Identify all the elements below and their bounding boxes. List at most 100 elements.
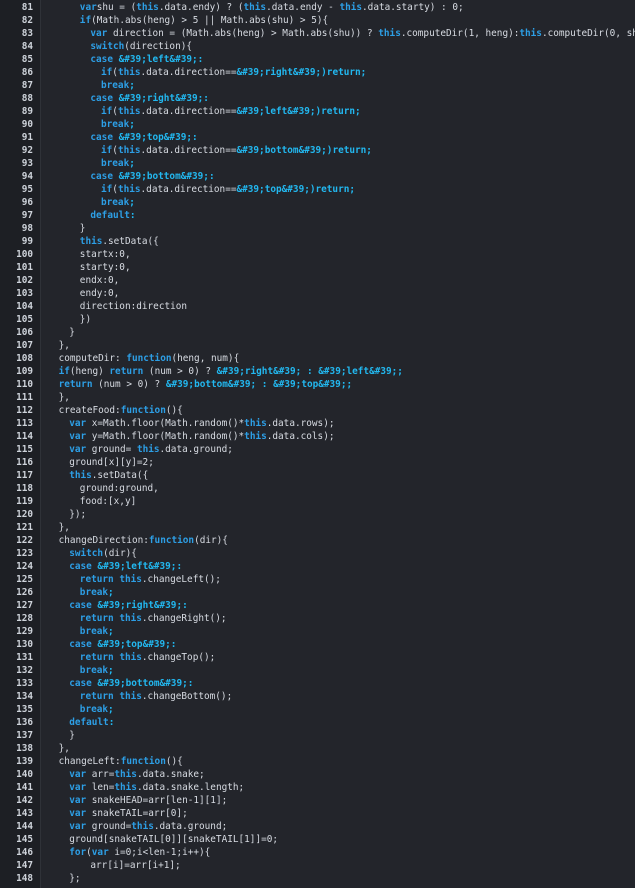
line-number: 121 [16,522,33,533]
string-token: ; [129,158,135,169]
code-line[interactable]: 122 changeDirection:function(dir){ [0,534,635,547]
code-token: computeDir: [58,353,127,364]
code-line[interactable]: 145 ground[snakeTAIL[0]][snakeTAIL[1]]=0; [0,833,635,846]
code-line[interactable]: 121}, [0,521,635,534]
code-line[interactable]: 86 if(this.data.direction==&#39;right&#39… [0,66,635,79]
code-line[interactable]: 100 startx:0, [0,248,635,261]
code-line[interactable]: 112 createFood:function(){ [0,404,635,417]
code-line[interactable]: 111}, [0,391,635,404]
code-line[interactable]: 144 var ground=this.data.ground; [0,820,635,833]
code-token: .changeTop(); [141,652,216,663]
code-line[interactable]: 92 if(this.data.direction==&#39;bottom&#3… [0,144,635,157]
code-line[interactable]: 120}); [0,508,635,521]
code-line[interactable]: 113 var x=Math.floor(Math.random()*this.d… [0,417,635,430]
code-line[interactable]: 140 var arr=this.data.snake; [0,768,635,781]
code-line[interactable]: 89 if(this.data.direction==&#39;left&#39;… [0,105,635,118]
code-line[interactable]: 102 endx:0, [0,274,635,287]
code-line[interactable]: 132 break; [0,664,635,677]
code-line[interactable]: 81 varshu = (this.data.endy) ? (this.data… [0,1,635,14]
code-line[interactable]: 107}, [0,339,635,352]
code-line[interactable]: 148}; [0,872,635,885]
code-token: snakeHEAD=arr[len-1][1]; [86,795,228,806]
code-line[interactable]: 104 direction:direction [0,300,635,313]
code-area[interactable]: 81 varshu = (this.data.endy) ? (this.data… [0,1,635,885]
code-line[interactable]: 134 return this.changeBottom(); [0,690,635,703]
code-line[interactable]: 88 case &#39;right&#39;: [0,92,635,105]
code-line[interactable]: 116 ground[x][y]=2; [0,456,635,469]
code-line[interactable]: 84 switch(direction){ [0,40,635,53]
code-line[interactable]: 130 case &#39;top&#39;: [0,638,635,651]
line-number: 106 [16,327,33,338]
code-line[interactable]: 114 var y=Math.floor(Math.random()*this.d… [0,430,635,443]
code-line[interactable]: 146 for(var i=0;i<len-1;i++){ [0,846,635,859]
code-line[interactable]: 127 case &#39;right&#39;: [0,599,635,612]
code-line[interactable]: 110 return (num > 0) ? &#39;bottom&#39; :… [0,378,635,391]
line-content: return this.changeBottom(); [80,690,232,703]
keyword-token: var [69,808,87,819]
code-line[interactable]: 99 this.setData({ [0,235,635,248]
string-token: &#39;left&#39; [318,366,398,377]
line-content: return (num > 0) ? &#39;bottom&#39; : &#… [59,378,353,391]
code-line[interactable]: 123 switch(dir){ [0,547,635,560]
code-line[interactable]: 124 case &#39;left&#39;: [0,560,635,573]
code-line[interactable]: 97 default: [0,209,635,222]
line-content: break; [101,196,135,209]
code-line[interactable]: 106} [0,326,635,339]
code-line[interactable]: 129 break; [0,625,635,638]
line-content: break; [101,157,135,170]
keyword-token: var [69,418,87,429]
code-line[interactable]: 93 break; [0,157,635,170]
line-number: 136 [16,717,33,728]
this-token: this [69,470,92,481]
code-line[interactable]: 125 return this.changeLeft(); [0,573,635,586]
code-token: }); [69,509,87,520]
this-token: this [378,28,401,39]
code-line[interactable]: 90 break; [0,118,635,131]
code-line[interactable]: 141 var len=this.data.snake.length; [0,781,635,794]
code-line[interactable]: 85 case &#39;left&#39;: [0,53,635,66]
code-line[interactable]: 82 if(Math.abs(heng) > 5 || Math.abs(shu)… [0,14,635,27]
code-line[interactable]: 101 starty:0, [0,261,635,274]
code-line[interactable]: 128 return this.changeRight(); [0,612,635,625]
line-content: } [80,222,86,235]
code-line[interactable]: 138}, [0,742,635,755]
code-editor[interactable]: 81 varshu = (this.data.endy) ? (this.data… [0,0,635,888]
code-line[interactable]: 133 case &#39;bottom&#39;: [0,677,635,690]
code-line[interactable]: 83 var direction = (Math.abs(heng) > Math… [0,27,635,40]
code-line[interactable]: 137} [0,729,635,742]
code-line[interactable]: 95 if(this.data.direction==&#39;top&#39;)… [0,183,635,196]
code-line[interactable]: 119 food:[x,y] [0,495,635,508]
code-line[interactable]: 118 ground:ground, [0,482,635,495]
code-token: (num > 0) ? [143,366,217,377]
string-token: : [197,54,204,65]
code-line[interactable]: 91 case &#39;top&#39;: [0,131,635,144]
line-content: }, [59,742,70,755]
string-token: &#39;bottom&#39; [165,379,257,390]
code-line[interactable]: 96 break; [0,196,635,209]
line-number: 128 [16,613,33,624]
code-line[interactable]: 135 break; [0,703,635,716]
string-token: &#39;right&#39; [97,600,183,611]
code-line[interactable]: 147 arr[i]=arr[i+1]; [0,859,635,872]
string-token: &#39;top&#39; [97,639,171,650]
code-line[interactable]: 115 var ground= this.data.ground; [0,443,635,456]
code-token: .data.rows); [266,418,335,429]
line-number: 126 [16,587,33,598]
code-line[interactable]: 87 break; [0,79,635,92]
code-line[interactable]: 94 case &#39;bottom&#39;: [0,170,635,183]
code-line[interactable]: 136 default: [0,716,635,729]
code-line[interactable]: 103 endy:0, [0,287,635,300]
code-line[interactable]: 126 break; [0,586,635,599]
code-line[interactable]: 98} [0,222,635,235]
code-line[interactable]: 108 computeDir: function(heng, num){ [0,352,635,365]
code-line[interactable]: 109 if(heng) return (num > 0) ? &#39;righ… [0,365,635,378]
code-line[interactable]: 131 return this.changeTop(); [0,651,635,664]
string-token: ; [108,704,114,715]
this-token: this [114,782,137,793]
code-line[interactable]: 117 this.setData({ [0,469,635,482]
code-line[interactable]: 139 changeLeft:function(){ [0,755,635,768]
line-content: break; [101,79,135,92]
code-line[interactable]: 143 var snakeTAIL=arr[0]; [0,807,635,820]
code-line[interactable]: 142 var snakeHEAD=arr[len-1][1]; [0,794,635,807]
code-line[interactable]: 105}) [0,313,635,326]
